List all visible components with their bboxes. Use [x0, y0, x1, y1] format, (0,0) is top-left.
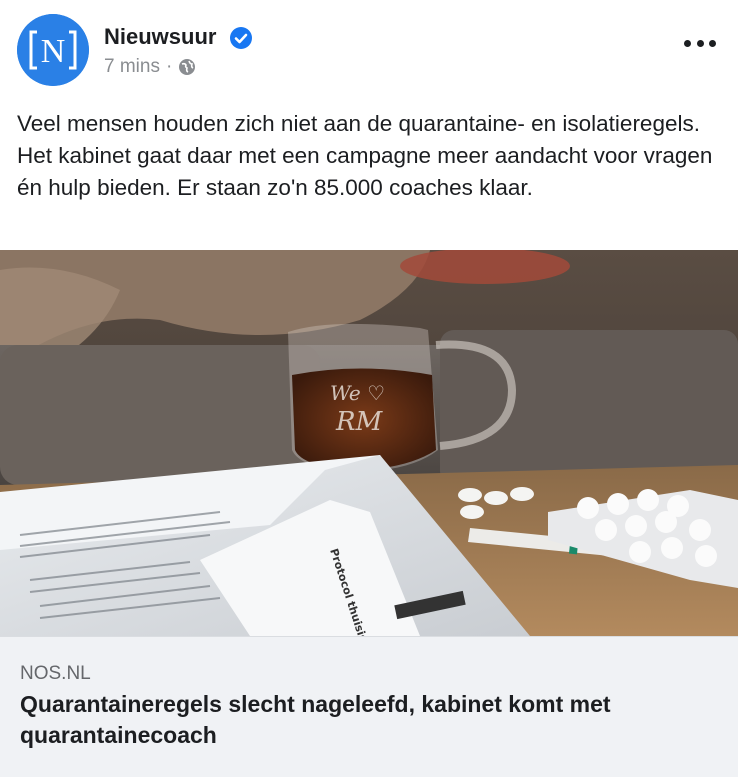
- nieuwsuur-logo: N: [17, 14, 89, 86]
- mug-text-line1: We ♡: [330, 381, 385, 405]
- facebook-post: N Nieuwsuur 7 mins · Veel mensen houden …: [0, 0, 738, 777]
- post-text: Veel mensen houden zich niet aan de quar…: [17, 111, 713, 200]
- more-options-button[interactable]: [680, 32, 720, 54]
- post-image[interactable]: We ♡ RM: [0, 250, 738, 636]
- more-options-icon: [709, 39, 716, 47]
- link-title[interactable]: Quarantaineregels slecht nageleefd, kabi…: [20, 689, 710, 751]
- globe-icon: [179, 59, 196, 75]
- page-name[interactable]: Nieuwsuur: [104, 24, 216, 50]
- mug-text-line2: RM: [335, 407, 384, 437]
- more-options-icon: [696, 39, 704, 47]
- link-domain: NOS.NL: [20, 663, 91, 684]
- link-preview-image: We ♡ RM: [0, 250, 738, 636]
- more-options-icon: [684, 39, 691, 47]
- avatar-letter: N: [41, 33, 66, 70]
- post-timestamp[interactable]: 7 mins: [104, 56, 160, 78]
- verified-badge-icon: [230, 27, 252, 49]
- link-preview-card[interactable]: NOS.NL Quarantaineregels slecht nageleef…: [0, 636, 738, 777]
- page-avatar[interactable]: N: [17, 14, 89, 86]
- post-meta: 7 mins ·: [104, 56, 196, 78]
- meta-separator: ·: [165, 56, 173, 77]
